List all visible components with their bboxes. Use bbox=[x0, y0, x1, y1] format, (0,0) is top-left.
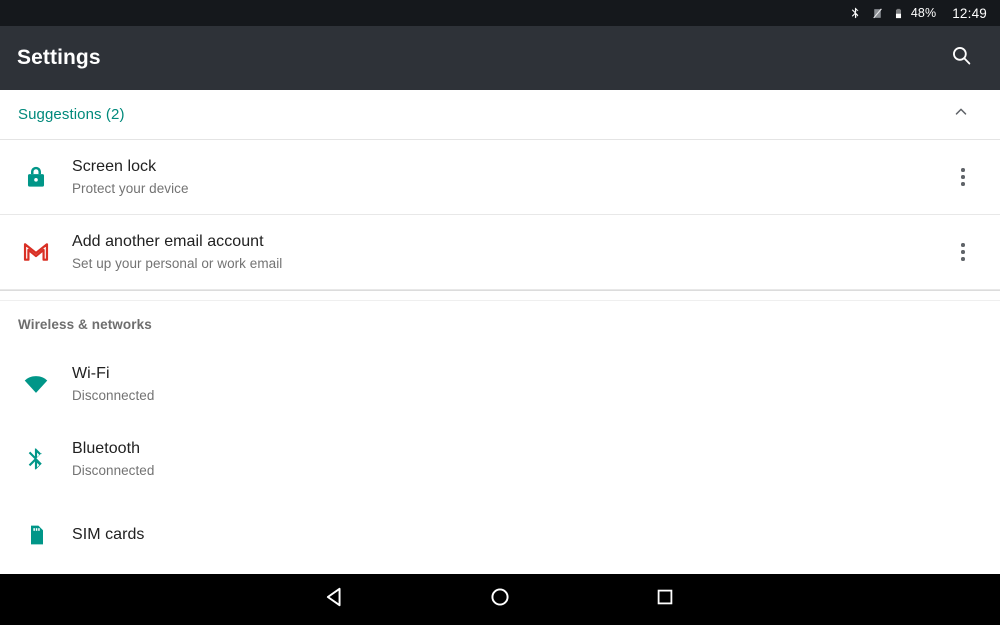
battery-percent-label: 48% bbox=[910, 6, 937, 20]
settings-row-bluetooth[interactable]: Bluetooth Disconnected bbox=[0, 422, 1000, 497]
more-vert-icon[interactable] bbox=[948, 229, 978, 275]
home-circle-icon bbox=[487, 584, 513, 615]
nav-back-button[interactable] bbox=[253, 574, 418, 625]
section-divider bbox=[0, 290, 1000, 301]
signal-off-icon bbox=[871, 5, 884, 22]
recents-square-icon bbox=[653, 585, 677, 614]
settings-row-title: SIM cards bbox=[72, 525, 145, 543]
sim-card-icon bbox=[0, 523, 72, 547]
settings-row-text: Wi-Fi Disconnected bbox=[72, 364, 978, 404]
settings-row-subtitle: Disconnected bbox=[72, 463, 155, 479]
settings-row-wifi[interactable]: Wi-Fi Disconnected bbox=[0, 347, 1000, 422]
clock-label: 12:49 bbox=[952, 5, 987, 21]
wifi-icon bbox=[0, 372, 72, 398]
suggestions-collapse-button[interactable] bbox=[944, 98, 978, 132]
suggestion-row-screen-lock[interactable]: Screen lock Protect your device bbox=[0, 140, 1000, 215]
search-button[interactable] bbox=[940, 37, 982, 79]
section-header-label: Wireless & networks bbox=[18, 316, 152, 332]
settings-row-title: Bluetooth bbox=[72, 440, 141, 458]
app-toolbar: Settings bbox=[0, 26, 1000, 90]
android-settings-screen: 48% 12:49 Settings Suggestions (2) Scree… bbox=[0, 0, 1000, 625]
search-icon bbox=[950, 44, 973, 72]
section-header-wireless: Wireless & networks bbox=[0, 301, 1000, 347]
suggestion-subtitle: Protect your device bbox=[72, 180, 189, 196]
settings-row-title: Wi-Fi bbox=[72, 365, 110, 383]
bluetooth-icon bbox=[0, 447, 72, 473]
page-title: Settings bbox=[17, 46, 101, 69]
system-navigation-bar bbox=[0, 574, 1000, 625]
nav-recents-button[interactable] bbox=[583, 574, 748, 625]
back-triangle-icon bbox=[322, 584, 348, 615]
settings-row-text: Bluetooth Disconnected bbox=[72, 439, 978, 479]
suggestion-row-add-email[interactable]: Add another email account Set up your pe… bbox=[0, 215, 1000, 290]
suggestions-header[interactable]: Suggestions (2) bbox=[0, 90, 1000, 140]
settings-row-text: SIM cards bbox=[72, 525, 978, 545]
suggestions-title: Suggestions (2) bbox=[18, 106, 125, 123]
suggestion-title: Screen lock bbox=[72, 157, 157, 175]
status-bar-icons: 48% 12:49 bbox=[849, 5, 987, 22]
lock-icon bbox=[0, 164, 72, 190]
gmail-icon bbox=[0, 238, 72, 266]
suggestion-subtitle: Set up your personal or work email bbox=[72, 255, 283, 271]
settings-list: Suggestions (2) Screen lock Protect your… bbox=[0, 90, 1000, 574]
status-bar: 48% 12:49 bbox=[0, 0, 1000, 26]
more-vert-icon[interactable] bbox=[948, 154, 978, 200]
nav-home-button[interactable] bbox=[418, 574, 583, 625]
suggestion-text: Add another email account Set up your pe… bbox=[72, 232, 948, 272]
settings-row-subtitle: Disconnected bbox=[72, 388, 155, 404]
bluetooth-icon bbox=[849, 5, 862, 22]
battery-icon bbox=[893, 5, 904, 22]
settings-row-sim-cards[interactable]: SIM cards bbox=[0, 497, 1000, 572]
chevron-up-icon bbox=[952, 103, 970, 126]
suggestion-text: Screen lock Protect your device bbox=[72, 157, 948, 197]
suggestion-title: Add another email account bbox=[72, 232, 264, 250]
